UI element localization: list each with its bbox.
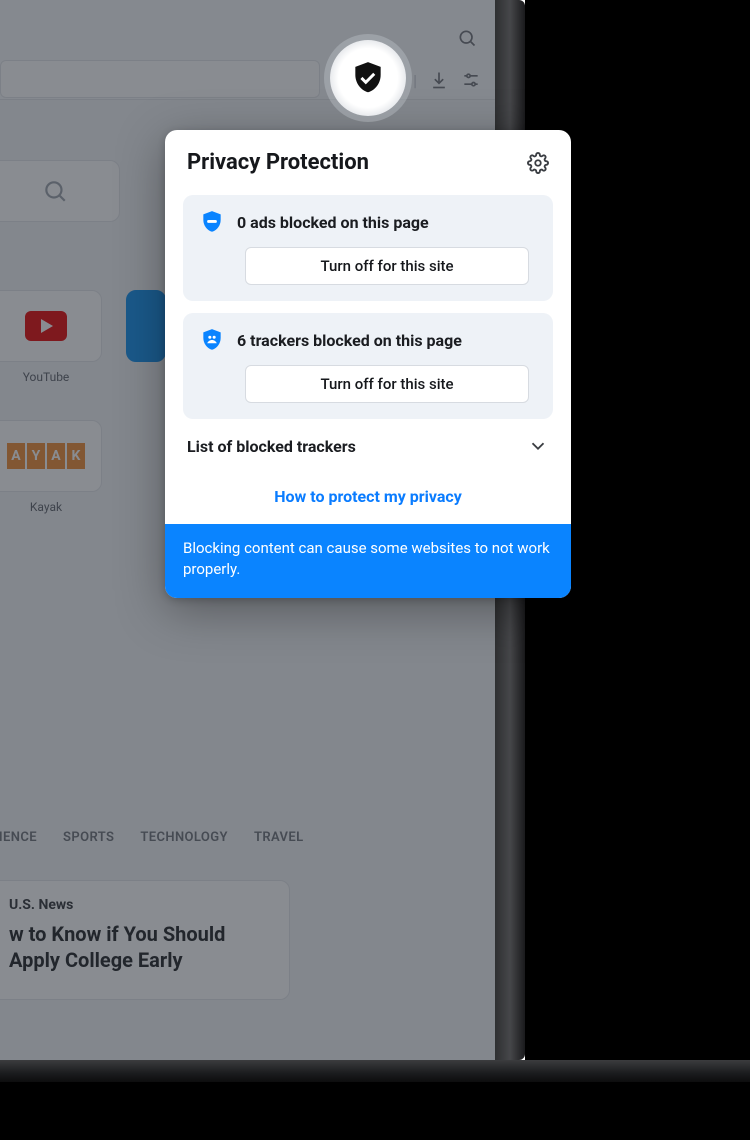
shield-minus-icon xyxy=(199,209,225,235)
search-icon[interactable] xyxy=(457,28,477,48)
download-icon[interactable] xyxy=(429,70,449,90)
help-link[interactable]: How to protect my privacy xyxy=(274,487,462,506)
speeddial-tile-kayak[interactable]: A Y A K xyxy=(0,420,102,492)
blocked-trackers-expander[interactable]: List of blocked trackers xyxy=(183,423,553,471)
shield-tracker-icon xyxy=(199,327,225,353)
speeddial-tile-partial[interactable] xyxy=(126,290,166,362)
category-item[interactable]: SPORTS xyxy=(63,830,114,845)
laptop-bottom-edge xyxy=(0,1060,750,1082)
chevron-down-icon xyxy=(527,435,549,457)
blocked-trackers-label: List of blocked trackers xyxy=(187,437,356,456)
speeddial-label-kayak: Kayak xyxy=(0,500,102,514)
speeddial-tile-youtube[interactable] xyxy=(0,290,102,362)
laptop-bottom-black xyxy=(0,1082,750,1140)
settings-sliders-icon[interactable] xyxy=(461,70,481,90)
ads-blocked-text: 0 ads blocked on this page xyxy=(237,213,429,232)
shield-check-icon xyxy=(349,59,387,97)
popover-footer-note: Blocking content can cause some websites… xyxy=(165,524,571,598)
category-item[interactable]: TRAVEL xyxy=(254,830,304,845)
news-card[interactable]: U.S. News w to Know if You Should Apply … xyxy=(0,880,290,1000)
trackers-turn-off-button[interactable]: Turn off for this site xyxy=(245,365,529,403)
speeddial-label-youtube: YouTube xyxy=(0,370,102,384)
category-row: CIENCE SPORTS TECHNOLOGY TRAVEL xyxy=(0,830,304,845)
popover-title: Privacy Protection xyxy=(187,150,369,175)
news-kicker: U.S. News xyxy=(9,897,271,913)
gear-icon[interactable] xyxy=(527,152,549,174)
trackers-card: 6 trackers blocked on this page Turn off… xyxy=(183,313,553,419)
privacy-shield-button[interactable] xyxy=(330,40,406,116)
ads-turn-off-button[interactable]: Turn off for this site xyxy=(245,247,529,285)
ads-card: 0 ads blocked on this page Turn off for … xyxy=(183,195,553,301)
news-headline: w to Know if You Should Apply College Ea… xyxy=(9,921,271,973)
trackers-blocked-text: 6 trackers blocked on this page xyxy=(237,331,462,350)
youtube-icon xyxy=(25,311,67,341)
privacy-popover: Privacy Protection 0 ads blocked on this… xyxy=(165,130,571,598)
kayak-icon: A Y A K xyxy=(7,443,85,469)
browser-toolbar: | xyxy=(0,0,495,100)
page-search-box[interactable] xyxy=(0,160,120,222)
category-item[interactable]: CIENCE xyxy=(0,830,37,845)
category-item[interactable]: TECHNOLOGY xyxy=(140,830,228,845)
